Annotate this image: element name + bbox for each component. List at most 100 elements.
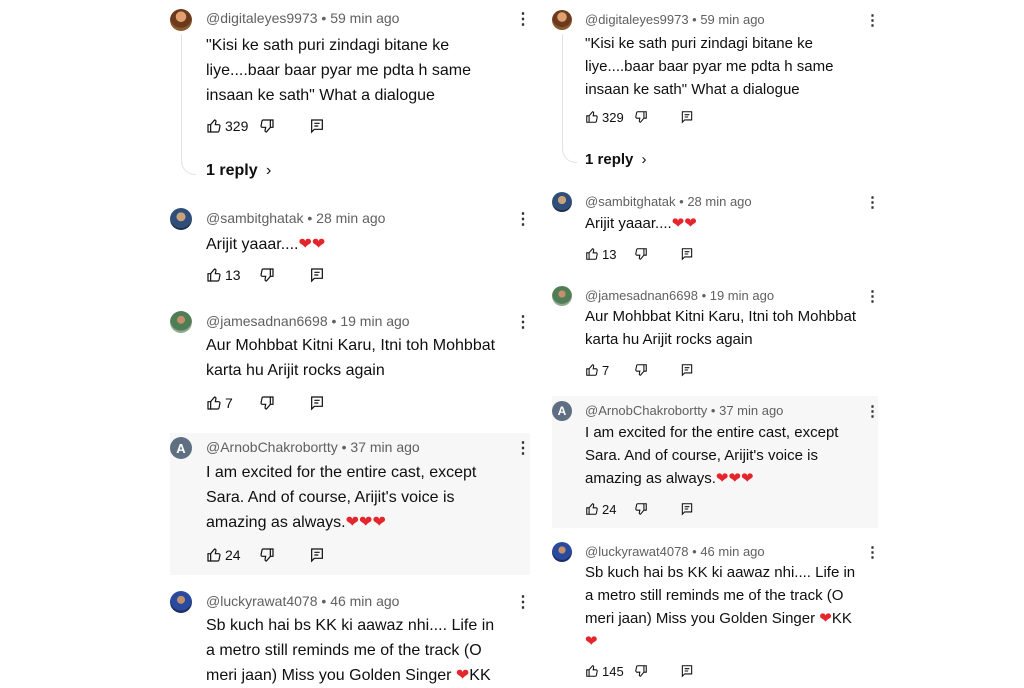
comment-thread: @sambitghatak • 28 min ago ⋮ Arijit yaaa…: [170, 206, 531, 286]
thumbs-down-icon[interactable]: [634, 110, 648, 124]
heart-emoji: ❤❤❤: [345, 514, 386, 531]
reply-comment-icon[interactable]: [680, 247, 694, 261]
avatar[interactable]: [552, 192, 572, 212]
comment-author[interactable]: @luckyrawat4078: [206, 593, 318, 609]
avatar[interactable]: [170, 9, 192, 31]
like-count: 24: [225, 547, 241, 563]
comment-author[interactable]: @digitaleyes9973: [206, 10, 318, 26]
reply-comment-icon[interactable]: [309, 118, 325, 134]
thumbs-down-icon[interactable]: [634, 664, 648, 678]
comment-meta: @jamesadnan6698 • 19 min ago: [206, 313, 410, 329]
comment-author[interactable]: @ArnobChakrobortty: [206, 439, 338, 455]
thumbs-down-icon[interactable]: [634, 363, 648, 377]
reply-comment-icon[interactable]: [309, 547, 325, 563]
comment-actions: 13: [206, 265, 325, 285]
avatar[interactable]: A: [552, 401, 572, 421]
more-vert-icon[interactable]: ⋮: [515, 9, 531, 29]
view-replies-button[interactable]: 1 reply ›: [585, 151, 647, 168]
reply-comment-icon[interactable]: [680, 502, 694, 516]
reply-comment-icon[interactable]: [680, 664, 694, 678]
comment-text: "Kisi ke sath puri zindagi bitane ke liy…: [206, 37, 472, 104]
thumbs-down-icon[interactable]: [259, 395, 275, 411]
comment-time[interactable]: 28 min ago: [687, 194, 751, 209]
comment-time[interactable]: 46 min ago: [330, 593, 399, 609]
comment-thread: @digitaleyes9973 • 59 min ago ⋮ "Kisi ke…: [552, 8, 880, 174]
comment-time[interactable]: 19 min ago: [340, 313, 409, 329]
comment-author[interactable]: @ArnobChakrobortty: [585, 403, 707, 418]
comment-text: Sb kuch hai bs KK ki aawaz nhi.... Life …: [585, 561, 855, 653]
thumbs-up-icon[interactable]: [585, 247, 599, 261]
right-comment-column: @digitaleyes9973 • 59 min ago ⋮ "Kisi ke…: [552, 0, 880, 683]
thumbs-down-icon[interactable]: [259, 267, 275, 283]
heart-emoji: ❤: [819, 610, 832, 627]
thumbs-up-icon[interactable]: [585, 502, 599, 516]
comment-author[interactable]: @luckyrawat4078: [585, 544, 689, 559]
reply-comment-icon[interactable]: [680, 110, 694, 124]
comment-time[interactable]: 37 min ago: [350, 439, 419, 455]
comment-actions: 7: [585, 361, 694, 379]
avatar[interactable]: A: [170, 437, 192, 459]
like-count: 329: [225, 118, 249, 134]
comment-thread: @jamesadnan6698 • 19 min ago ⋮ Aur Mohbb…: [552, 284, 880, 384]
comment-time[interactable]: 28 min ago: [316, 210, 385, 226]
reply-comment-icon[interactable]: [309, 267, 325, 283]
like-count: 7: [225, 395, 233, 411]
comment-time[interactable]: 59 min ago: [700, 12, 764, 27]
avatar[interactable]: [552, 286, 572, 306]
thumbs-down-icon[interactable]: [634, 247, 648, 261]
more-vert-icon[interactable]: ⋮: [865, 402, 880, 420]
thumbs-up-icon[interactable]: [206, 118, 222, 134]
like-count: 24: [602, 501, 617, 517]
comment-author[interactable]: @digitaleyes9973: [585, 12, 689, 27]
thumbs-up-icon[interactable]: [206, 547, 222, 563]
comment-thread: A @ArnobChakrobortty • 37 min ago ⋮ I am…: [170, 433, 531, 575]
comment-text: Arijit yaaar....❤❤: [585, 212, 697, 235]
like-count: 13: [225, 267, 241, 283]
comment-author[interactable]: @sambitghatak: [585, 194, 676, 209]
comment-meta: @sambitghatak • 28 min ago: [206, 210, 386, 226]
more-vert-icon[interactable]: ⋮: [865, 287, 880, 305]
thumbs-up-icon[interactable]: [206, 395, 222, 411]
comment-time[interactable]: 59 min ago: [330, 10, 399, 26]
comment-text: Arijit yaaar....❤❤: [206, 232, 325, 257]
more-vert-icon[interactable]: ⋮: [515, 312, 531, 332]
thumbs-up-icon[interactable]: [206, 267, 222, 283]
comment-text: Aur Mohbbat Kitni Karu, Itni toh Mohbbat…: [585, 308, 856, 348]
thumbs-down-icon[interactable]: [259, 118, 275, 134]
reply-comment-icon[interactable]: [680, 363, 694, 377]
thumbs-up-icon[interactable]: [585, 110, 599, 124]
view-replies-button[interactable]: 1 reply ›: [206, 162, 271, 180]
more-vert-icon[interactable]: ⋮: [865, 193, 880, 211]
avatar[interactable]: [552, 542, 572, 562]
avatar[interactable]: [170, 591, 192, 613]
more-vert-icon[interactable]: ⋮: [515, 592, 531, 612]
comment-meta: @ArnobChakrobortty • 37 min ago: [585, 403, 784, 418]
replies-label: 1 reply: [585, 151, 634, 168]
avatar[interactable]: [552, 10, 572, 30]
more-vert-icon[interactable]: ⋮: [515, 209, 531, 229]
avatar[interactable]: [170, 208, 192, 230]
more-vert-icon[interactable]: ⋮: [865, 11, 880, 29]
comment-thread: @jamesadnan6698 • 19 min ago ⋮ Aur Mohbb…: [170, 309, 531, 419]
comment-text-content: Sb kuch hai bs KK ki aawaz nhi.... Life …: [206, 617, 495, 684]
comment-text-content: Arijit yaaar....: [585, 215, 672, 232]
comment-time[interactable]: 19 min ago: [710, 288, 774, 303]
like-count: 7: [602, 362, 610, 378]
more-vert-icon[interactable]: ⋮: [865, 543, 880, 561]
comment-time[interactable]: 46 min ago: [700, 544, 764, 559]
comment-author[interactable]: @jamesadnan6698: [585, 288, 698, 303]
thumbs-down-icon[interactable]: [634, 502, 648, 516]
comment-thread: @luckyrawat4078 • 46 min ago ⋮ Sb kuch h…: [552, 540, 880, 683]
comment-meta: @digitaleyes9973 • 59 min ago: [585, 12, 765, 27]
more-vert-icon[interactable]: ⋮: [515, 438, 531, 458]
comment-text: I am excited for the entire cast, except…: [585, 421, 838, 490]
comment-time[interactable]: 37 min ago: [719, 403, 783, 418]
thumbs-down-icon[interactable]: [259, 547, 275, 563]
comment-meta: @ArnobChakrobortty • 37 min ago: [206, 439, 420, 455]
avatar[interactable]: [170, 311, 192, 333]
comment-author[interactable]: @sambitghatak: [206, 210, 303, 226]
thumbs-up-icon[interactable]: [585, 664, 599, 678]
comment-author[interactable]: @jamesadnan6698: [206, 313, 328, 329]
reply-comment-icon[interactable]: [309, 395, 325, 411]
thumbs-up-icon[interactable]: [585, 363, 599, 377]
